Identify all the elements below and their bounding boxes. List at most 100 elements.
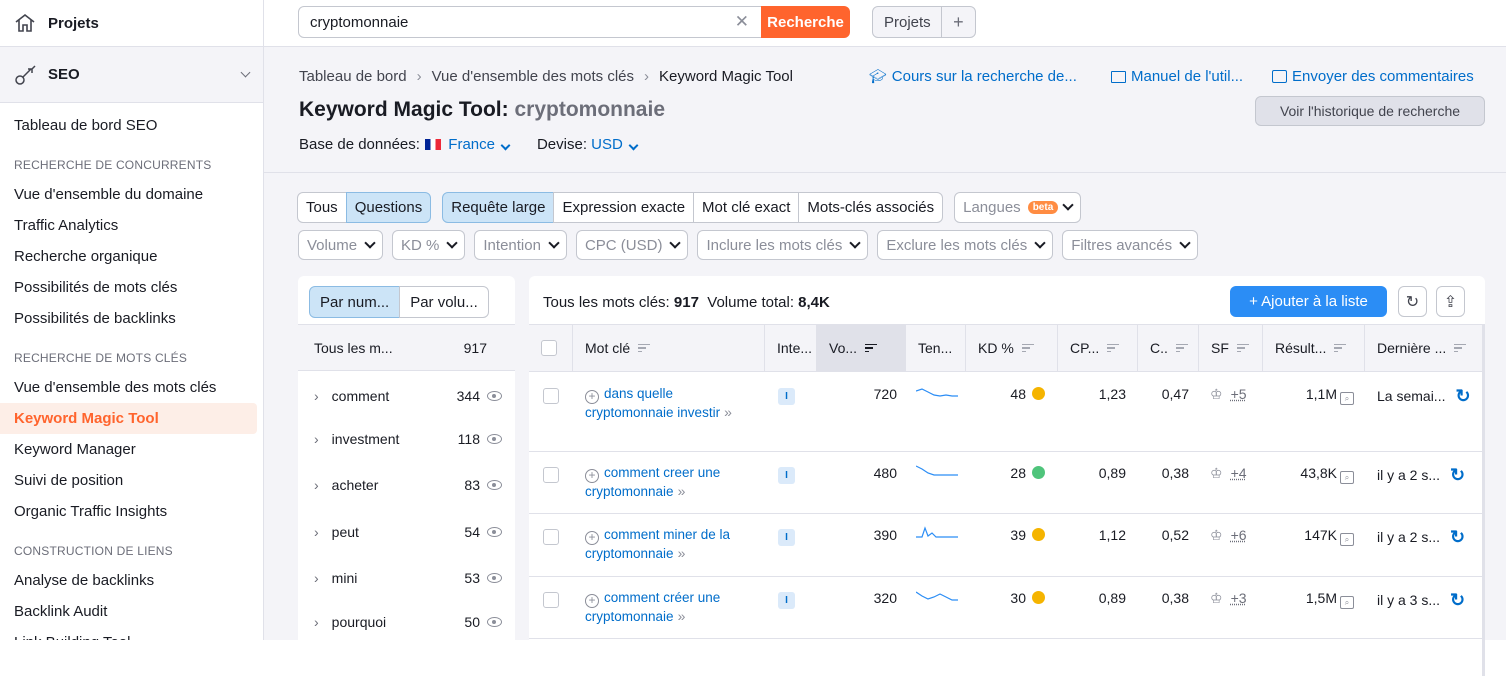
sidebar-item[interactable]: Keyword Magic Tool	[0, 403, 257, 434]
sidebar-item[interactable]: Tableau de bord SEO	[0, 110, 257, 141]
sidebar-item[interactable]: Recherche organique	[0, 241, 257, 272]
row-checkbox[interactable]	[543, 529, 559, 545]
column-header[interactable]: C..	[1138, 325, 1199, 371]
refresh-icon[interactable]: ↻	[1450, 527, 1465, 547]
feedback-link[interactable]: Envoyer des commentaires	[1272, 68, 1474, 85]
chip-mot-cle-exact[interactable]: Mot clé exact	[693, 192, 799, 223]
search-button[interactable]: Recherche	[761, 6, 850, 38]
table-row[interactable]: +comment creer une cryptomonnaie»I480280…	[529, 452, 1485, 514]
add-keyword-icon[interactable]: +	[585, 469, 599, 483]
sidebar-item[interactable]: Traffic Analytics	[0, 210, 257, 241]
chip-mots-cles-associes[interactable]: Mots-clés associés	[798, 192, 943, 223]
keyword-link[interactable]: comment créer une cryptomonnaie	[585, 590, 720, 624]
sidebar-item[interactable]: Organic Traffic Insights	[0, 496, 257, 527]
chevron-right-icon[interactable]: ›	[314, 477, 319, 493]
sort-by-volume-tab[interactable]: Par volu...	[399, 286, 489, 318]
serp-features-cell[interactable]: ♔+3	[1210, 590, 1247, 607]
sidebar-item[interactable]: Keyword Manager	[0, 434, 257, 465]
manual-link[interactable]: Manuel de l'util...	[1111, 68, 1243, 85]
serp-features-cell[interactable]: ♔+4	[1210, 465, 1247, 482]
column-header[interactable]: Inte...	[765, 325, 817, 371]
chip-questions[interactable]: Questions	[346, 192, 432, 223]
database-select[interactable]: Base de données: France	[299, 136, 509, 153]
add-keyword-icon[interactable]: +	[585, 531, 599, 545]
sort-icon[interactable]	[1237, 342, 1249, 355]
keyword-group-row[interactable]: ›pourquoi50	[298, 602, 515, 642]
chevron-right-icon[interactable]: ›	[314, 524, 319, 540]
double-chevron-icon[interactable]: »	[724, 404, 732, 420]
sort-icon[interactable]	[638, 342, 650, 355]
sidebar-item[interactable]: Vue d'ensemble du domaine	[0, 179, 257, 210]
refresh-icon[interactable]: ↻	[1398, 286, 1427, 317]
eye-icon[interactable]	[487, 617, 502, 627]
refresh-icon[interactable]: ↻	[1455, 386, 1470, 406]
serp-preview-icon[interactable]: ⌕	[1340, 392, 1354, 405]
column-header[interactable]: Ten...	[906, 325, 966, 371]
sort-by-number-tab[interactable]: Par num...	[309, 286, 400, 318]
sort-icon[interactable]	[1107, 342, 1119, 355]
refresh-icon[interactable]: ↻	[1450, 590, 1465, 610]
serp-preview-icon[interactable]: ⌕	[1340, 533, 1354, 546]
eye-icon[interactable]	[487, 573, 502, 583]
filter-dropdown[interactable]: Exclure les mots clés	[877, 230, 1053, 260]
eye-icon[interactable]	[487, 527, 502, 537]
add-to-list-button[interactable]: + Ajouter à la liste	[1230, 286, 1387, 317]
checkbox[interactable]	[541, 340, 557, 356]
filter-dropdown[interactable]: KD %	[392, 230, 465, 260]
chevron-right-icon[interactable]: ›	[314, 431, 319, 447]
column-header[interactable]: Vo...	[817, 325, 906, 371]
keyword-group-row[interactable]: ›comment344	[298, 376, 515, 416]
column-header[interactable]: Mot clé	[573, 325, 765, 371]
keyword-group-row[interactable]: ›acheter83	[298, 465, 515, 505]
keyword-group-row[interactable]: ›investment118	[298, 419, 515, 459]
sidebar-item[interactable]: Possibilités de backlinks	[0, 303, 257, 334]
sidebar-item[interactable]: Analyse de backlinks	[0, 565, 257, 596]
search-history-button[interactable]: Voir l'historique de recherche	[1255, 96, 1485, 126]
sidebar-item[interactable]: Link Building Tool	[0, 627, 257, 640]
add-project-icon[interactable]: +	[942, 12, 975, 33]
keyword-link[interactable]: comment miner de la cryptomonnaie	[585, 527, 730, 561]
column-header[interactable]: SF	[1199, 325, 1263, 371]
column-header[interactable]: KD %	[966, 325, 1058, 371]
double-chevron-icon[interactable]: »	[678, 608, 686, 624]
scrollbar[interactable]	[1482, 324, 1485, 676]
serp-features-more[interactable]: +6	[1231, 527, 1247, 543]
breadcrumb-item[interactable]: Vue d'ensemble des mots clés	[432, 68, 634, 85]
sidebar-projets[interactable]: Projets	[0, 0, 263, 47]
sidebar-item[interactable]: Suivi de position	[0, 465, 257, 496]
export-icon[interactable]: ⇪	[1436, 286, 1465, 317]
column-header[interactable]: CP...	[1058, 325, 1138, 371]
refresh-icon[interactable]: ↻	[1450, 465, 1465, 485]
table-row[interactable]: +dans quelle cryptomonnaie investir»I720…	[529, 373, 1485, 452]
serp-features-more[interactable]: +4	[1231, 465, 1247, 481]
filter-dropdown[interactable]: CPC (USD)	[576, 230, 689, 260]
eye-icon[interactable]	[487, 480, 502, 490]
chip-requete-large[interactable]: Requête large	[442, 192, 554, 223]
filter-dropdown[interactable]: Inclure les mots clés	[697, 230, 868, 260]
filter-dropdown[interactable]: Volume	[298, 230, 383, 260]
column-header[interactable]: Dernière ...	[1365, 325, 1485, 371]
sidebar-seo-toggle[interactable]: SEO	[0, 47, 263, 103]
row-checkbox[interactable]	[543, 592, 559, 608]
filter-dropdown[interactable]: Filtres avancés	[1062, 230, 1198, 260]
currency-select[interactable]: Devise: USD	[537, 136, 637, 153]
filter-dropdown[interactable]: Intention	[474, 230, 567, 260]
serp-features-cell[interactable]: ♔+5	[1210, 386, 1247, 403]
chevron-right-icon[interactable]: ›	[314, 388, 319, 404]
langues-dropdown[interactable]: Langues beta	[954, 192, 1081, 223]
add-keyword-icon[interactable]: +	[585, 390, 599, 404]
eye-icon[interactable]	[487, 391, 502, 401]
serp-features-more[interactable]: +5	[1231, 386, 1247, 402]
keyword-group-row[interactable]: ›mini53	[298, 558, 515, 598]
chevron-right-icon[interactable]: ›	[314, 570, 319, 586]
all-keywords-group[interactable]: Tous les m... 917	[298, 324, 515, 371]
sort-icon[interactable]	[1176, 342, 1188, 355]
chevron-right-icon[interactable]: ›	[314, 614, 319, 630]
row-checkbox[interactable]	[543, 467, 559, 483]
serp-preview-icon[interactable]: ⌕	[1340, 596, 1354, 609]
sidebar-item[interactable]: Possibilités de mots clés	[0, 272, 257, 303]
breadcrumb-item[interactable]: Tableau de bord	[299, 68, 407, 85]
sort-icon[interactable]	[1334, 342, 1346, 355]
serp-features-more[interactable]: +3	[1231, 590, 1247, 606]
table-row[interactable]: +comment créer une cryptomonnaie»I320300…	[529, 577, 1485, 639]
